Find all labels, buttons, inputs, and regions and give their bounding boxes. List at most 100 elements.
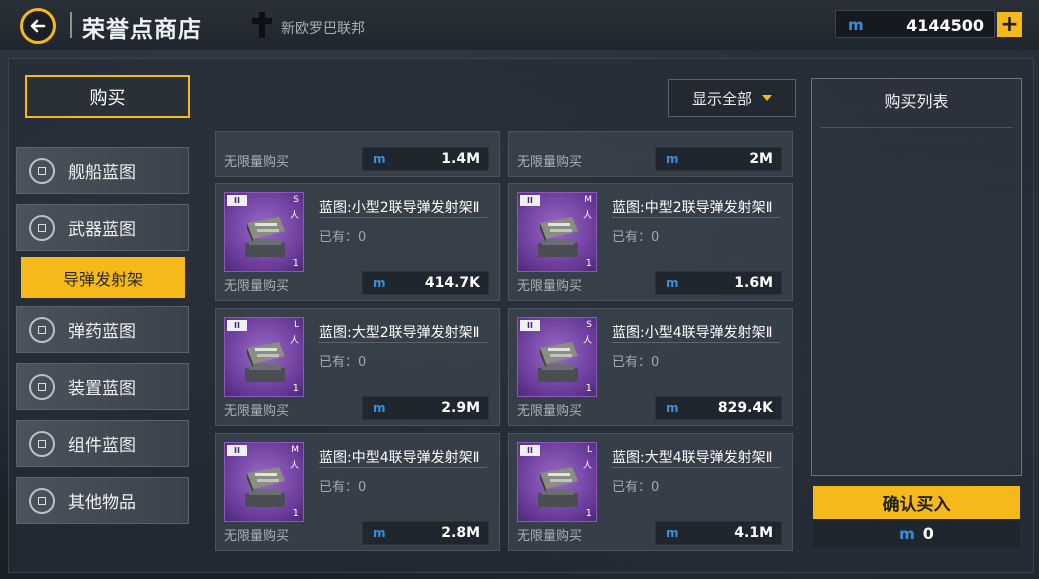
price-value: 2M [749,151,773,167]
ammo-icon [29,316,55,343]
price-value: 1.4M [441,151,480,167]
price-value: 1.6M [734,275,773,291]
price-value: 414.7K [424,275,480,291]
add-currency-button[interactable]: + [997,12,1022,37]
price-tag: m 829.4K [655,396,782,420]
size-label: S [586,320,592,330]
price-value: 2.9M [441,400,480,416]
item-thumbnail: II M 人 1 [224,442,304,522]
price-tag: m 2M [655,147,782,171]
tier-badge: II [520,320,540,331]
divider [612,467,780,468]
price-tag: m 1.6M [655,271,782,295]
filter-selected: 显示全部 [691,89,752,108]
item-name: 蓝图:小型4联导弹发射架Ⅱ [612,325,773,341]
currency-display: m 4144500 [835,10,995,38]
divider [319,217,487,218]
item-name: 蓝图:大型2联导弹发射架Ⅱ [319,325,480,341]
tier-badge: II [520,445,540,456]
missile-launcher-icon [245,467,285,507]
missile-launcher-icon [245,342,285,382]
sidebar-item-other-items[interactable]: 其他物品 [16,477,189,524]
sidebar-item-component-blueprint[interactable]: 组件蓝图 [16,420,189,467]
item-name: 蓝图:中型2联导弹发射架Ⅱ [612,200,773,216]
missile-launcher-icon [538,342,578,382]
item-thumbnail: II L 人 1 [224,317,304,397]
size-label: M [584,195,592,205]
tab-buy[interactable]: 购买 [25,75,190,118]
shop-item-card-partial[interactable]: 无限量购买 m 1.4M [215,131,500,177]
shop-item-card[interactable]: II S 人 1 蓝图:小型2联导弹发射架Ⅱ 已有：0 无限量购买 m 414.… [215,183,500,301]
price-value: 4.1M [734,525,773,541]
sidebar-item-label: 武器蓝图 [68,220,136,240]
sidebar-item-label: 其他物品 [68,493,136,513]
shop-item-card[interactable]: II L 人 1 蓝图:大型2联导弹发射架Ⅱ 已有：0 无限量购买 m 2.9M [215,308,500,426]
tier-badge: II [520,195,540,206]
unlimited-label: 无限量购买 [517,155,583,170]
sidebar-item-weapon-blueprint[interactable]: 武器蓝图 [16,204,189,251]
tier-badge: II [227,320,247,331]
price-tag: m 4.1M [655,521,782,545]
confirm-purchase-button[interactable]: 确认买入 [813,486,1020,519]
header-bar: 荣誉点商店 新欧罗巴联邦 m 4144500 + [0,0,1039,50]
purchase-total: m 0 [813,519,1020,548]
unlimited-label: 无限量购买 [224,279,290,294]
price-tag: m 1.4M [362,147,489,171]
cube-icon [29,487,55,514]
filter-dropdown[interactable]: 显示全部 [668,79,796,117]
size-label: S [293,195,299,205]
sidebar-item-label: 弹药蓝图 [68,322,136,342]
item-count: 1 [292,258,299,269]
missile-launcher-icon [245,217,285,257]
item-count: 1 [585,508,592,519]
missile-launcher-icon [538,217,578,257]
honor-currency-icon: m [373,526,386,540]
tier-badge: II [227,445,247,456]
unlimited-label: 无限量购买 [224,404,290,419]
device-icon [29,373,55,400]
honor-currency-icon: m [666,276,679,290]
item-count: 1 [585,383,592,394]
header-divider [70,12,72,38]
size-mark-icon: 人 [582,211,592,221]
size-mark-icon: 人 [582,461,592,471]
size-label: L [293,320,299,330]
caret-down-icon [762,95,772,101]
shop-item-card[interactable]: II S 人 1 蓝图:小型4联导弹发射架Ⅱ 已有：0 无限量购买 m 829.… [508,308,793,426]
divider [612,342,780,343]
item-thumbnail: II S 人 1 [224,192,304,272]
sidebar-item-ammo-blueprint[interactable]: 弹药蓝图 [16,306,189,353]
shop-item-card-partial[interactable]: 无限量购买 m 2M [508,131,793,177]
faction-name: 新欧罗巴联邦 [281,21,365,37]
divider [319,467,487,468]
page-title: 荣誉点商店 [82,17,202,43]
total-value: 0 [922,524,934,543]
size-mark-icon: 人 [289,461,299,471]
owned-count: 已有：0 [612,355,660,370]
price-value: 2.8M [441,525,480,541]
honor-currency-icon: m [666,401,679,415]
unlimited-label: 无限量购买 [224,155,290,170]
shop-item-card[interactable]: II M 人 1 蓝图:中型4联导弹发射架Ⅱ 已有：0 无限量购买 m 2.8M [215,433,500,551]
honor-currency-icon: m [373,401,386,415]
size-mark-icon: 人 [289,211,299,221]
sidebar-item-ship-blueprint[interactable]: 舰船蓝图 [16,147,189,194]
component-icon [29,430,55,457]
size-mark-icon: 人 [582,336,592,346]
shop-item-card[interactable]: II L 人 1 蓝图:大型4联导弹发射架Ⅱ 已有：0 无限量购买 m 4.1M [508,433,793,551]
shop-item-card[interactable]: II M 人 1 蓝图:中型2联导弹发射架Ⅱ 已有：0 无限量购买 m 1.6M [508,183,793,301]
sidebar-item-missile-launcher[interactable]: 导弹发射架 [21,257,185,298]
sidebar-item-device-blueprint[interactable]: 装置蓝图 [16,363,189,410]
purchase-list-panel: 购买列表 [811,78,1022,476]
price-tag: m 414.7K [362,271,489,295]
item-thumbnail: II L 人 1 [517,442,597,522]
size-mark-icon: 人 [289,336,299,346]
honor-currency-icon: m [666,152,679,166]
weapon-icon [29,214,55,241]
size-label: M [291,445,299,455]
price-tag: m 2.8M [362,521,489,545]
price-tag: m 2.9M [362,396,489,420]
back-button[interactable] [20,8,56,44]
sidebar-item-label: 组件蓝图 [68,436,136,456]
item-thumbnail: II S 人 1 [517,317,597,397]
